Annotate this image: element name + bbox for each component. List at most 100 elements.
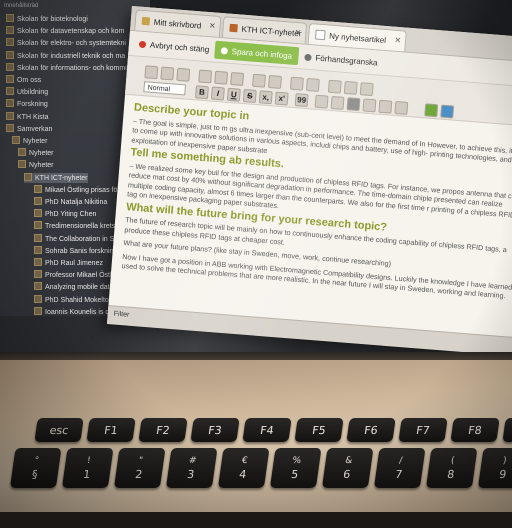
key[interactable]: F7 [398,418,448,442]
nav-tree-item[interactable]: Skolan för elektro- och systemtekni [6,38,126,48]
article-body[interactable]: Describe your topic in – The goal is sim… [121,100,512,305]
key[interactable]: F6 [346,418,396,442]
key[interactable]: F5 [294,418,344,442]
key-shift-glyph: ! [86,456,92,466]
link-icon[interactable] [359,82,374,97]
key-glyph: 7 [394,468,404,481]
nav-item-label: PhD Natalja Nikitina [45,199,108,206]
key[interactable]: esc [34,418,84,442]
nav-tree-item[interactable]: PhD Yiting Chen [34,209,96,219]
nav-item-label: Samverkan [17,125,53,133]
save-label: Spara och infoga [231,46,293,61]
nav-tree-item[interactable]: KTH Kista [6,111,49,122]
key[interactable]: & 6 [321,448,374,488]
nav-tree-item[interactable]: Sohrab Sanis forskning p [34,245,123,256]
preview-button[interactable]: Förhandsgranska [298,47,384,72]
nav-tree-item[interactable]: Nyheter [18,148,54,158]
key[interactable]: ) 9 [477,448,512,488]
underline-button[interactable]: U [226,87,241,102]
nav-tree-item[interactable]: Skolan för industriell teknik och ma [6,50,125,61]
page-icon [12,136,20,144]
cut-icon[interactable] [160,66,175,81]
key[interactable]: (8 [425,448,478,488]
key-shift-glyph: ) [502,456,508,466]
nav-tree-item[interactable]: PhD Natalja Nikitina [34,197,107,207]
nav-tree-item[interactable]: Tredimensionella kretsar [34,221,121,231]
key[interactable]: #3 [165,448,218,488]
justify-icon[interactable] [394,100,409,115]
page-icon [34,258,42,266]
nav-tree-item[interactable]: Skolan för informations- och kommu [6,62,129,73]
nav-tree-item[interactable]: Nyheter [12,136,48,146]
format-select[interactable]: Normal [143,81,187,96]
copy-icon[interactable] [176,67,191,82]
key[interactable]: F2 [138,418,188,442]
key[interactable]: F3 [190,418,240,442]
key[interactable]: " 2 [113,448,166,488]
bullet-list-icon[interactable] [330,95,345,110]
key[interactable]: ° § [9,448,62,488]
bold-button[interactable]: B [194,85,209,100]
key-glyph: 6 [342,468,352,481]
source-icon[interactable] [144,65,159,80]
align-center-icon[interactable] [362,98,377,113]
folder-icon [6,14,14,22]
nav-tree-item[interactable]: Skolan för datavetenskap och kom [6,26,124,36]
nav-tree-item[interactable]: Nyheter [18,160,54,170]
key[interactable]: F8 [450,418,500,442]
find-icon[interactable] [289,76,304,91]
quote-button[interactable]: 99 [294,93,309,108]
key[interactable]: F4 [242,418,292,442]
paste-word-icon[interactable] [230,71,245,86]
page-icon [24,172,32,181]
nav-tree-item[interactable]: Skolan för bioteknologi [6,14,88,24]
home-icon [141,16,151,26]
close-icon[interactable]: ✕ [209,21,216,30]
nav-tree-item[interactable]: PhD Shahid Mokeltoner [34,294,119,305]
nav-tree-item[interactable]: Samverkan [6,123,53,134]
nav-item-label: Forskning [17,101,48,109]
insert-link-icon[interactable] [424,103,439,118]
key[interactable]: F9 [502,418,512,442]
nav-tree-item[interactable]: The Collaboration in Scal [34,233,123,244]
redo-icon[interactable] [267,74,282,89]
nav-item-label: KTH Kista [17,113,49,121]
undo-icon[interactable] [252,73,267,88]
cancel-button[interactable]: Avbryt och stäng [132,34,216,58]
nav-tree-item[interactable]: Mikael Östling prisas för [34,184,120,195]
nav-tree-item[interactable]: Forskning [6,99,48,109]
folder-icon [6,38,14,47]
image-icon[interactable] [343,80,358,95]
nav-tree-item[interactable]: KTH ICT-nyheter [24,172,88,183]
replace-icon[interactable] [305,77,320,92]
key[interactable]: F1 [86,418,136,442]
page-icon [18,160,26,169]
paste-text-icon[interactable] [214,70,229,85]
paste-icon[interactable] [198,69,213,84]
table-icon[interactable] [327,79,342,94]
unlink-icon[interactable] [440,104,455,119]
key-shift-glyph: " [137,456,144,466]
numbered-list-icon[interactable] [314,94,329,109]
close-icon[interactable]: ✕ [294,28,301,37]
align-left-icon[interactable] [346,97,361,112]
folder-icon [6,123,14,132]
key-shift-glyph: ( [450,456,456,466]
key[interactable]: ! 1 [61,448,114,488]
subscript-button[interactable]: x, [258,90,273,105]
key[interactable]: % 5 [269,448,322,488]
nav-tree-item[interactable]: PhD Raul Jimenez [34,258,103,268]
close-icon[interactable]: ✕ [394,36,401,45]
nav-tree-item[interactable]: Professor Mikael Östling [34,270,121,280]
italic-button[interactable]: I [210,86,225,101]
strike-button[interactable]: S [242,89,257,104]
save-insert-button[interactable]: Spara och infoga [214,40,299,66]
filter-label[interactable]: Filter [114,311,130,319]
key[interactable]: /7 [373,448,426,488]
nav-tree-item[interactable]: Utbildning [6,87,48,97]
nav-tree-item[interactable]: Om oss [6,75,41,85]
key[interactable]: €4 [217,448,270,488]
superscript-button[interactable]: x' [274,91,289,106]
preview-label: Förhandsgranska [315,53,378,67]
align-right-icon[interactable] [378,99,393,114]
